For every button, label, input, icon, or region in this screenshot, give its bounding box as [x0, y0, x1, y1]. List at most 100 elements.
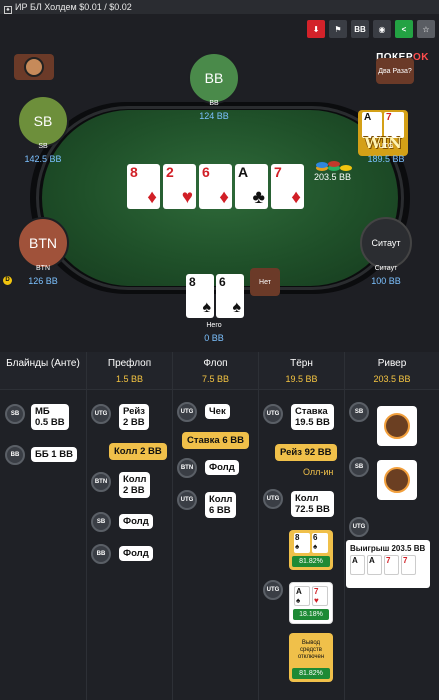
- download-icon[interactable]: ⬇: [307, 20, 325, 38]
- face-icon: [384, 467, 410, 493]
- hero-name: Него: [206, 322, 222, 329]
- action-chip-highlight: Рейз 92 BB: [275, 444, 337, 461]
- action-chip: Ставка 19.5 BB: [291, 404, 334, 430]
- share-icon[interactable]: <: [395, 20, 413, 38]
- position-badge: BTN: [177, 458, 197, 478]
- column-pot: 19.5 BB: [285, 374, 318, 384]
- pot-amount: 203.5 BB: [314, 161, 352, 182]
- seat-btn-name: BTN: [36, 265, 50, 272]
- seat-utg-stack: 189.5 BB: [367, 154, 405, 164]
- equity-percent: 81.82%: [292, 668, 330, 679]
- seat-sitout-stack: 100 BB: [371, 276, 401, 286]
- face-icon: [384, 413, 410, 439]
- flag-icon[interactable]: ⚑: [329, 20, 347, 38]
- hero-hole-cards: 8 ♠ 6 ♠: [186, 274, 244, 318]
- emoji-reaction: [377, 406, 417, 446]
- equity-percent: 81.82%: [292, 556, 330, 567]
- emoji-reaction: [377, 460, 417, 500]
- column-title: Ривер: [377, 358, 407, 369]
- column-header: Блайнды (Анте): [0, 352, 86, 390]
- column-flop: Флоп 7.5 BB UTG Чек Ставка 6 BB BTN Фолд…: [173, 352, 259, 700]
- community-cards: 8 ♦ 2 ♥ 6 ♦ A ♣ 7 ♦: [127, 164, 304, 209]
- hero-card: 8 ♠: [186, 274, 214, 318]
- action-chip: Фолд: [205, 460, 239, 475]
- column-turn: Тёрн 19.5 BB UTG Ставка 19.5 BB Рейз 92 …: [259, 352, 345, 700]
- poker-table-area: ⬇ ⚑ BB ◉ < ☆ ПОКЕРOK 8♦ 2♥ 6♦ A♣ 7♦ 203.…: [0, 14, 439, 352]
- equity-box: A ♠ 7 ♥ 18.18%: [289, 582, 333, 624]
- equity-card: 8 ♠: [294, 533, 310, 553]
- hero-chat-bubble: Нет: [250, 268, 280, 296]
- equity-card: A ♠: [294, 586, 310, 606]
- column-header: Тёрн 19.5 BB: [259, 352, 344, 390]
- equity-card: 7 ♥: [312, 586, 328, 606]
- seat-sitout-name: Ситаут: [374, 265, 398, 272]
- seat-bb-name: BB: [209, 100, 219, 107]
- equity-percent: 18.18%: [293, 609, 329, 620]
- allin-label: Олл-ин: [303, 467, 334, 477]
- position-badge: UTG: [263, 580, 283, 600]
- hero-card: 6 ♠: [216, 274, 244, 318]
- action-chip: Колл 2 BB: [119, 472, 151, 498]
- winner-summary: Выигрыш 203.5 BB A A 7 7: [346, 540, 430, 588]
- equity-note: Вывод средств отключен: [297, 640, 325, 660]
- winner-amount: Выигрыш 203.5 BB: [350, 544, 426, 553]
- seat-bb-stack: 124 BB: [199, 111, 229, 121]
- column-title: Блайнды (Анте): [6, 358, 80, 369]
- seat-btn-stack: 126 BB: [28, 276, 58, 286]
- column-river: Ривер 203.5 BB SB SB UTG: [345, 352, 439, 700]
- seat-utg-name: UTG: [378, 143, 394, 150]
- app-icon: ♠: [4, 6, 12, 14]
- column-pot: 7.5 BB: [201, 374, 230, 384]
- position-badge: UTG: [263, 489, 283, 509]
- action-chip: Рейз 2 BB: [119, 404, 149, 430]
- star-icon[interactable]: ☆: [417, 20, 435, 38]
- position-badge: UTG: [177, 490, 197, 510]
- seat-sb-avatar[interactable]: SB: [17, 95, 69, 147]
- board-card: 8 ♦: [127, 164, 160, 209]
- equity-box: 8 ♠ 6 ♠ 81.82%: [289, 530, 333, 570]
- column-header: Флоп 7.5 BB: [173, 352, 258, 390]
- chip-stack-icon: [316, 161, 352, 171]
- utg-chat-bubble: Два Раза?: [376, 58, 414, 84]
- board-card: A ♣: [235, 164, 268, 209]
- column-preflop: Префлоп 1.5 BB UTG Рейз 2 BB Колл 2 BB B…: [87, 352, 173, 700]
- column-header: Ривер 203.5 BB: [345, 352, 439, 390]
- seat-sb-name: SB: [38, 143, 48, 150]
- winner-card: A: [367, 555, 382, 575]
- seat-bb-avatar[interactable]: BB: [188, 52, 240, 104]
- seat-sb-stack: 142.5 BB: [24, 154, 62, 164]
- bb-toggle-icon[interactable]: BB: [351, 20, 369, 38]
- column-title: Флоп: [203, 358, 228, 369]
- equity-box: Вывод средств отключен 81.82%: [289, 633, 333, 682]
- action-chip: Фолд: [119, 546, 153, 561]
- position-badge: SB: [349, 457, 369, 477]
- column-title: Префлоп: [107, 358, 152, 369]
- action-chip-highlight: Ставка 6 BB: [182, 432, 249, 449]
- action-chip: МБ 0.5 BB: [31, 404, 69, 430]
- board-card: 6 ♦: [199, 164, 232, 209]
- winner-card: A: [350, 555, 365, 575]
- winner-card: 7: [401, 555, 416, 575]
- window-title: ИР БЛ Холдем $0.01 / $0.02: [15, 2, 132, 12]
- hero-stack: 0 BB: [204, 333, 224, 343]
- position-badge: UTG: [349, 517, 369, 537]
- table-toolbar: ⬇ ⚑ BB ◉ < ☆: [307, 20, 435, 38]
- column-pot: 203.5 BB: [373, 374, 411, 384]
- action-chip: Фолд: [119, 514, 153, 529]
- action-chip: Колл 72.5 BB: [291, 491, 334, 517]
- board-card: 2 ♥: [163, 164, 196, 209]
- seat-sitout-avatar[interactable]: Ситаут: [360, 217, 412, 269]
- position-badge: UTG: [263, 404, 283, 424]
- dealer-button: D: [3, 276, 12, 285]
- column-pot: 1.5 BB: [115, 374, 144, 384]
- position-badge: UTG: [91, 404, 111, 424]
- seat-btn-avatar[interactable]: BTN: [17, 217, 69, 269]
- column-header: Префлоп 1.5 BB: [87, 352, 172, 390]
- action-chip: Колл 6 BB: [205, 492, 237, 518]
- position-badge: BB: [5, 445, 25, 465]
- position-badge: UTG: [177, 402, 197, 422]
- equity-card: 6 ♠: [312, 533, 328, 553]
- window-title-bar: ♠ ИР БЛ Холдем $0.01 / $0.02: [0, 0, 439, 14]
- spy-icon[interactable]: ◉: [373, 20, 391, 38]
- winner-card: 7: [384, 555, 399, 575]
